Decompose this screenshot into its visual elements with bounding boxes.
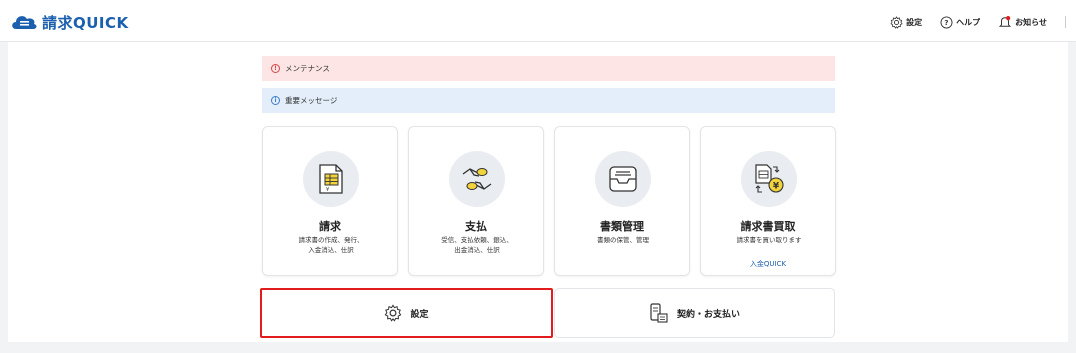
help-icon: ?	[940, 16, 953, 28]
main-content: ! メンテナンス i 重要メッセージ ¥ 請求 請求書の作成、発行、 入金消込、…	[8, 42, 1068, 342]
header-notifications-label: お知らせ	[1015, 17, 1047, 27]
settings-button-label: 設定	[410, 309, 429, 320]
card-invoice-title: 請求	[319, 220, 341, 233]
contract-payment-button-label: 契約・お支払い	[676, 309, 740, 320]
contract-payment-button[interactable]: 契約・お支払い	[554, 288, 835, 338]
header-settings-button[interactable]: 設定	[890, 15, 923, 29]
payment-hands-icon	[462, 168, 492, 190]
card-payment-title: 支払	[465, 220, 487, 233]
card-document-management-desc: 書類の保管、管理	[561, 235, 685, 245]
header-settings-label: 設定	[906, 17, 923, 27]
alert-circle-icon: !	[271, 64, 280, 73]
card-payment-desc-line2: 出金消込、仕訳	[454, 246, 500, 254]
important-message-label: 重要メッセージ	[285, 96, 338, 105]
gear-icon	[385, 304, 402, 322]
card-invoice-purchase[interactable]: ¥ 請求書買取 請求書を買い取ります 入金QUICK	[700, 126, 836, 276]
card-document-management-desc-line1: 書類の保管、管理	[597, 236, 649, 244]
payment-icon-circle	[449, 151, 505, 207]
brand-logo[interactable]: 請求QUICK	[10, 12, 129, 32]
card-document-management[interactable]: 書類管理 書類の保管、管理	[554, 126, 690, 276]
card-invoice-desc-line1: 請求書の作成、発行、	[298, 236, 364, 244]
svg-text:¥: ¥	[773, 182, 780, 192]
card-document-management-title: 書類管理	[600, 220, 644, 233]
card-invoice[interactable]: ¥ 請求 請求書の作成、発行、 入金消込、仕訳	[262, 126, 398, 276]
document-management-icon-circle	[595, 151, 651, 207]
important-message-banner[interactable]: i 重要メッセージ	[262, 88, 835, 113]
card-payment[interactable]: 支払 受信、支払依頼、銀込、 出金消込、仕訳	[408, 126, 544, 276]
gear-icon	[890, 15, 903, 29]
contract-phone-icon	[650, 303, 668, 323]
header-divider	[1065, 16, 1066, 28]
card-invoice-purchase-link[interactable]: 入金QUICK	[701, 259, 835, 269]
invoice-icon-circle: ¥	[303, 151, 359, 207]
invoice-purchase-icon: ¥	[755, 164, 784, 193]
brand-name: 請求QUICK	[42, 13, 129, 32]
card-invoice-purchase-desc-line1: 請求書を買い取ります	[736, 236, 802, 244]
bell-icon	[999, 16, 1012, 27]
svg-text:¥: ¥	[326, 187, 329, 193]
header-notifications-button[interactable]: お知らせ	[998, 15, 1047, 29]
invoice-purchase-icon-circle: ¥	[741, 151, 797, 207]
card-invoice-purchase-desc: 請求書を買い取ります	[707, 235, 831, 245]
maintenance-banner-label: メンテナンス	[285, 64, 330, 73]
document-tray-icon	[609, 166, 637, 192]
card-payment-desc-line1: 受信、支払依頼、銀込、	[441, 236, 513, 244]
header-help-button[interactable]: ? ヘルプ	[940, 16, 980, 29]
info-circle-icon: i	[271, 96, 280, 105]
card-invoice-desc: 請求書の作成、発行、 入金消込、仕訳	[269, 235, 393, 255]
header-help-label: ヘルプ	[956, 17, 981, 27]
card-payment-desc: 受信、支払依頼、銀込、 出金消込、仕訳	[415, 235, 539, 255]
svg-text:?: ?	[945, 18, 949, 27]
invoice-document-icon: ¥	[319, 164, 343, 194]
header-actions: 設定 ? ヘルプ お知らせ	[890, 13, 1066, 31]
card-invoice-purchase-title: 請求書買取	[740, 220, 796, 233]
card-invoice-desc-line2: 入金消込、仕訳	[308, 246, 354, 254]
cloud-logo-icon	[12, 16, 37, 29]
maintenance-banner[interactable]: ! メンテナンス	[262, 56, 835, 81]
top-bar: 請求QUICK 設定 ? ヘルプ お知らせ	[0, 0, 1076, 42]
settings-button[interactable]: 設定	[260, 288, 553, 338]
